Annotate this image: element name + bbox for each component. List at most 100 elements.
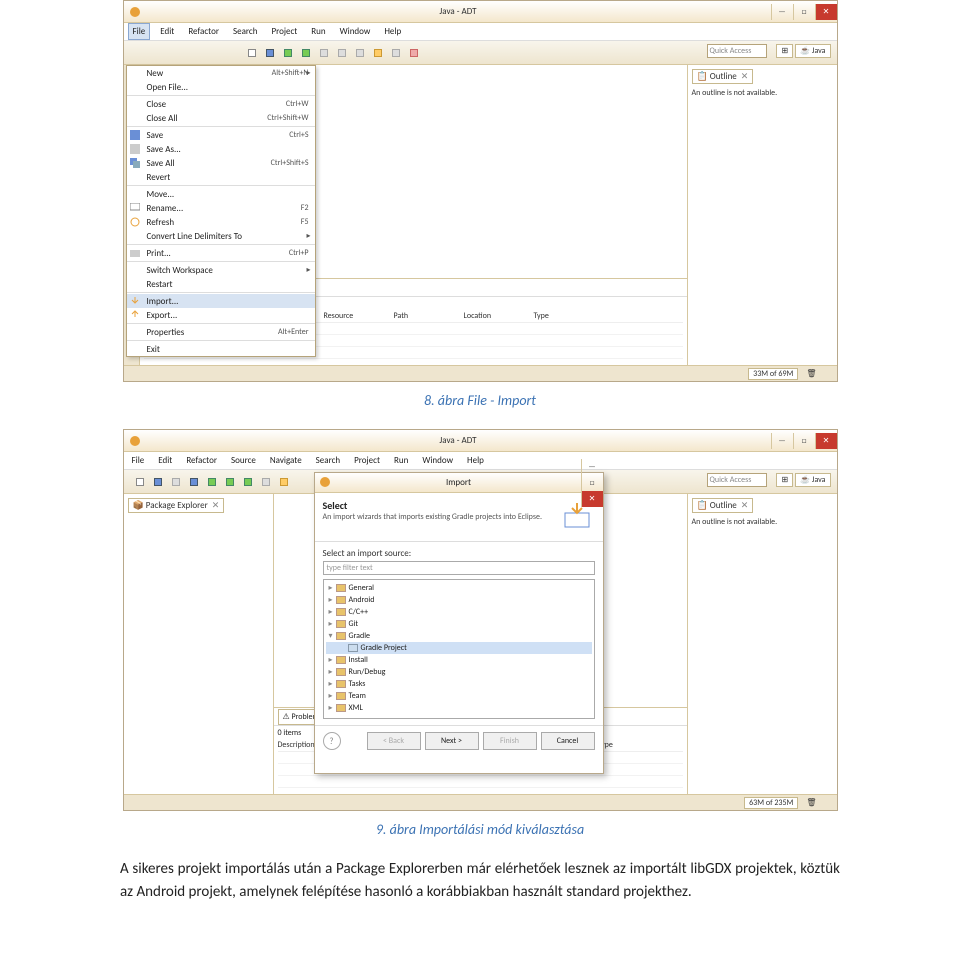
menu-item-revert[interactable]: Revert (127, 170, 315, 184)
toolbar-debug-icon[interactable] (280, 45, 296, 61)
menu-refactor[interactable]: Refactor (184, 24, 223, 39)
toolbar-run-icon[interactable] (298, 45, 314, 61)
save-all-shortcut: Ctrl+Shift+S (271, 158, 309, 168)
toolbar-icon[interactable] (316, 45, 332, 61)
menu-item-save-as[interactable]: Save As... (127, 142, 315, 156)
toolbar-icon[interactable] (388, 45, 404, 61)
tab-outline[interactable]: 📋 Outline✕ (692, 498, 754, 513)
menu-item-open-file[interactable]: Open File... (127, 80, 315, 94)
filter-input[interactable]: type filter text (323, 561, 595, 575)
toolbar-icon[interactable] (370, 45, 386, 61)
toolbar-icon[interactable] (406, 45, 422, 61)
menu-run[interactable]: Run (390, 453, 412, 468)
tree-node-team[interactable]: ▸Team (326, 690, 592, 702)
toolbar-icon[interactable] (276, 474, 292, 490)
menu-item-save[interactable]: SaveCtrl+S (127, 128, 315, 142)
menu-item-new[interactable]: NewAlt+Shift+N▸ (127, 66, 315, 80)
menu-item-close[interactable]: CloseCtrl+W (127, 97, 315, 111)
toolbar-debug-icon[interactable] (222, 474, 238, 490)
quick-access-input[interactable]: Quick Access (707, 44, 767, 58)
back-button[interactable]: < Back (367, 732, 421, 750)
help-button[interactable]: ? (323, 732, 341, 750)
import-wizard-icon (559, 499, 595, 535)
tree-node-git[interactable]: ▸Git (326, 618, 592, 630)
menu-window[interactable]: Window (418, 453, 457, 468)
cpp-label: C/C++ (349, 607, 369, 617)
next-button[interactable]: Next > (425, 732, 479, 750)
gc-icon[interactable]: 🗑 (806, 798, 816, 808)
cancel-button[interactable]: Cancel (541, 732, 595, 750)
toolbar-save-icon[interactable] (262, 45, 278, 61)
tree-node-install[interactable]: ▸Install (326, 654, 592, 666)
menu-item-import[interactable]: Import... (127, 294, 315, 308)
maximize-button[interactable]: □ (793, 433, 815, 449)
menu-window[interactable]: Window (336, 24, 375, 39)
minimize-button[interactable]: — (771, 433, 793, 449)
tree-node-android[interactable]: ▸Android (326, 594, 592, 606)
menu-item-refresh[interactable]: RefreshF5 (127, 215, 315, 229)
menu-item-rename[interactable]: Rename...F2 (127, 201, 315, 215)
export-icon (130, 310, 140, 320)
finish-button[interactable]: Finish (483, 732, 537, 750)
menu-item-properties[interactable]: PropertiesAlt+Enter (127, 325, 315, 339)
toolbar-icon[interactable] (168, 474, 184, 490)
menu-item-move[interactable]: Move... (127, 187, 315, 201)
java-perspective-button[interactable]: ☕ Java (795, 473, 830, 487)
toolbar-new-icon[interactable] (132, 474, 148, 490)
toolbar-run-icon[interactable] (240, 474, 256, 490)
tree-node-tasks[interactable]: ▸Tasks (326, 678, 592, 690)
tree-node-xml[interactable]: ▸XML (326, 702, 592, 714)
menu-edit[interactable]: Edit (154, 453, 176, 468)
menu-item-restart[interactable]: Restart (127, 277, 315, 291)
close-all-label: Close All (147, 113, 178, 124)
dialog-minimize-button[interactable]: — (581, 459, 603, 475)
menu-item-export[interactable]: Export... (127, 308, 315, 322)
menu-project[interactable]: Project (267, 24, 301, 39)
close-button[interactable]: ✕ (815, 4, 837, 20)
gc-icon[interactable]: 🗑 (806, 369, 816, 379)
menubar: File Edit Refactor Search Project Run Wi… (124, 23, 837, 41)
toolbar-icon[interactable] (352, 45, 368, 61)
menu-run[interactable]: Run (307, 24, 329, 39)
menu-item-exit[interactable]: Exit (127, 342, 315, 356)
menu-search[interactable]: Search (229, 24, 261, 39)
open-perspective-button[interactable]: ⊞ (776, 44, 793, 58)
menu-item-print[interactable]: Print...Ctrl+P (127, 246, 315, 260)
tab-outline[interactable]: 📋 Outline✕ (692, 69, 754, 84)
tab-package-explorer[interactable]: 📦 Package Explorer✕ (128, 498, 225, 513)
menu-edit[interactable]: Edit (156, 24, 178, 39)
toolbar-icon[interactable] (186, 474, 202, 490)
menu-file[interactable]: File (128, 453, 149, 468)
menu-help[interactable]: Help (380, 24, 405, 39)
menu-navigate[interactable]: Navigate (266, 453, 306, 468)
menu-item-switch-workspace[interactable]: Switch Workspace▸ (127, 263, 315, 277)
menu-help[interactable]: Help (463, 453, 488, 468)
minimize-button[interactable]: — (771, 4, 793, 20)
menu-item-save-all[interactable]: Save AllCtrl+Shift+S (127, 156, 315, 170)
open-perspective-button[interactable]: ⊞ (776, 473, 793, 487)
outline-message: An outline is not available. (692, 517, 833, 527)
menu-file[interactable]: File (128, 23, 151, 40)
toolbar-save-icon[interactable] (150, 474, 166, 490)
dialog-maximize-button[interactable]: □ (581, 475, 603, 491)
java-perspective-button[interactable]: ☕ Java (795, 44, 830, 58)
toolbar-icon[interactable] (334, 45, 350, 61)
close-button[interactable]: ✕ (815, 433, 837, 449)
menu-item-convert[interactable]: Convert Line Delimiters To▸ (127, 229, 315, 243)
menu-source[interactable]: Source (227, 453, 260, 468)
quick-access-input[interactable]: Quick Access (707, 473, 767, 487)
tree-node-cpp[interactable]: ▸C/C++ (326, 606, 592, 618)
menu-refactor[interactable]: Refactor (182, 453, 221, 468)
maximize-button[interactable]: □ (793, 4, 815, 20)
menu-search[interactable]: Search (312, 453, 344, 468)
menu-item-close-all[interactable]: Close AllCtrl+Shift+W (127, 111, 315, 125)
toolbar-icon[interactable] (258, 474, 274, 490)
rename-shortcut: F2 (301, 203, 309, 213)
tree-node-general[interactable]: ▸General (326, 582, 592, 594)
toolbar-icon[interactable] (204, 474, 220, 490)
toolbar-new-icon[interactable] (244, 45, 260, 61)
tree-node-gradle-project[interactable]: Gradle Project (326, 642, 592, 654)
menu-project[interactable]: Project (350, 453, 384, 468)
tree-node-gradle[interactable]: ▾Gradle (326, 630, 592, 642)
tree-node-rundebug[interactable]: ▸Run/Debug (326, 666, 592, 678)
